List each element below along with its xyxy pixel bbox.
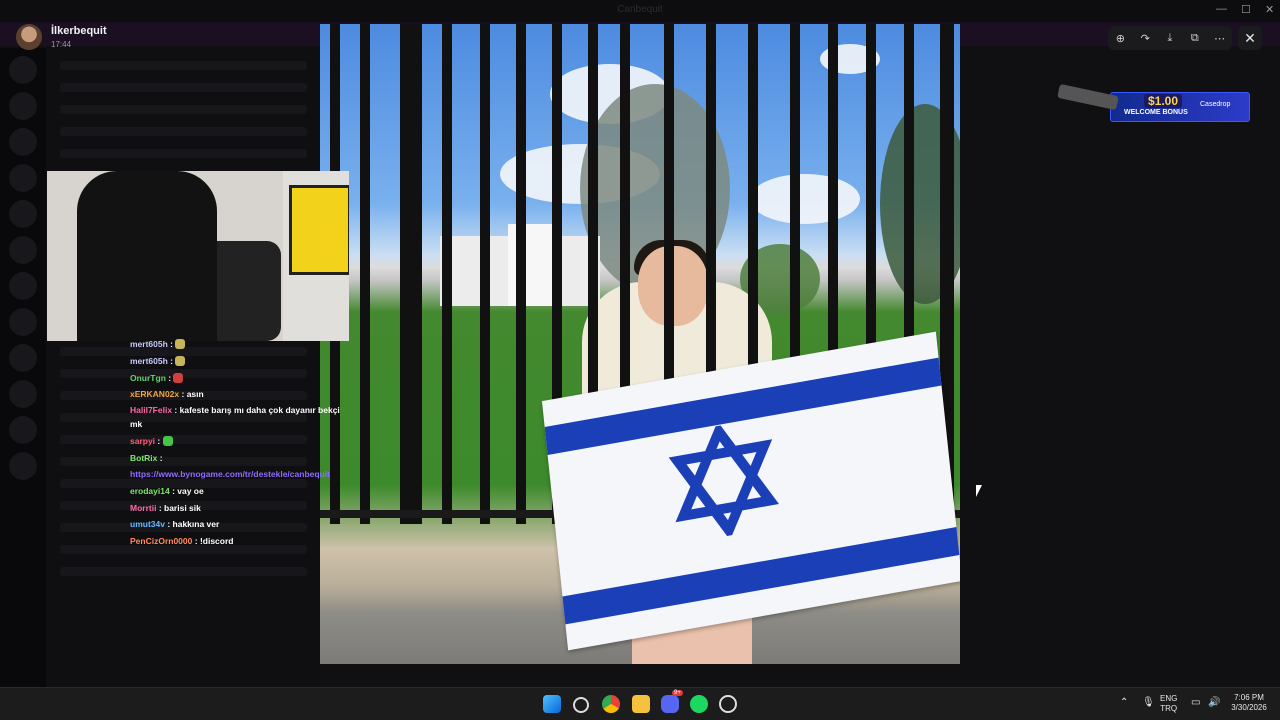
discord-badge: 9+ xyxy=(672,690,683,696)
chrome-icon[interactable] xyxy=(602,695,620,713)
chat-username[interactable]: Morrtii xyxy=(130,503,156,513)
chat-message: https://www.bynogame.com/tr/destekle/can… xyxy=(130,467,340,483)
emote-icon xyxy=(173,372,184,383)
chat-message: sarpyi : xyxy=(130,433,340,450)
zoom-in-icon[interactable]: ⊕ xyxy=(1111,32,1129,45)
forward-icon[interactable]: ↷ xyxy=(1136,32,1154,45)
chat-message: Morrtii : barisi sik xyxy=(130,502,201,513)
discord-icon[interactable]: 9+ xyxy=(661,690,683,713)
chat-text: vay oe xyxy=(177,485,204,496)
casino-ad-overlay[interactable]: $1.00 WELCOME BONUS Casedrop xyxy=(1057,83,1250,128)
window-close-icon[interactable]: ✕ xyxy=(1265,3,1274,16)
steam-icon[interactable] xyxy=(719,695,737,713)
chat-message: umut34v : hakkına ver xyxy=(130,519,220,530)
emote-icon xyxy=(162,436,173,447)
window-title: Canbequit xyxy=(617,4,663,15)
emote-icon xyxy=(175,355,186,366)
maximize-icon[interactable]: ☐ xyxy=(1241,3,1251,16)
chat-username[interactable]: OnurTgn xyxy=(130,373,166,383)
taskbar: 9+ ⌃ 🎙 ENG TRQ ▭ 🔊 7:06 PM 3/30/2026 xyxy=(0,687,1280,720)
emote-icon xyxy=(175,339,186,349)
chat-message: OnurTgn : xyxy=(130,370,340,387)
star-of-david-icon xyxy=(668,421,779,541)
chat-text: hakkına ver xyxy=(172,519,220,530)
gun-icon xyxy=(1057,83,1119,111)
upload-time: 17:44 xyxy=(51,40,72,49)
chat-message: erodayi14 : vay oe xyxy=(130,485,204,496)
chat-username[interactable]: mert605h xyxy=(130,339,168,349)
microphone-icon[interactable]: 🎙 xyxy=(1142,698,1155,708)
network-icon[interactable]: ▭ xyxy=(1191,698,1200,708)
chat-username[interactable]: erodayi14 xyxy=(130,486,170,496)
streamer xyxy=(77,171,217,341)
chat-username[interactable]: xERKAN02x xyxy=(130,389,179,399)
uploader-name[interactable]: İlkerbequit xyxy=(51,25,107,37)
chat-text: barisi sik xyxy=(164,502,201,513)
more-icon[interactable]: ⋯ xyxy=(1211,32,1229,45)
chat-username[interactable]: sarpyi xyxy=(130,436,155,446)
file-explorer-icon[interactable] xyxy=(632,695,650,713)
chat-username[interactable]: PenCizOrn0000 xyxy=(130,536,192,546)
uploader-avatar[interactable] xyxy=(16,24,42,50)
clock[interactable]: 7:06 PM 3/30/2026 xyxy=(1226,693,1272,713)
attachment-image[interactable] xyxy=(320,24,960,664)
spotify-icon[interactable] xyxy=(690,695,708,713)
chat-message: mert605h : xyxy=(130,336,340,353)
chat-link[interactable]: https://www.bynogame.com/tr/destekle/can… xyxy=(130,469,330,479)
chat-username[interactable]: umut34v xyxy=(130,519,165,529)
search-icon[interactable] xyxy=(573,697,589,713)
bonus-label: WELCOME BONUS xyxy=(1124,109,1188,116)
chat-message: mert605h : xyxy=(130,353,340,370)
download-icon[interactable]: ⤓ xyxy=(1161,32,1179,45)
close-viewer-button[interactable]: ✕ xyxy=(1238,26,1262,50)
volume-icon[interactable]: 🔊 xyxy=(1208,698,1220,708)
open-external-icon[interactable]: ⧉ xyxy=(1186,32,1204,45)
start-icon[interactable] xyxy=(543,695,561,713)
window-titlebar: Canbequit — ☐ ✕ xyxy=(0,0,1280,22)
jersey-frame xyxy=(289,185,349,275)
chat-message: Halil7Felix : kafeste barış mı daha çok … xyxy=(130,405,340,430)
language-indicator[interactable]: ENG TRQ xyxy=(1160,694,1177,714)
image-toolbar: ⊕ ↷ ⤓ ⧉ ⋯ xyxy=(1108,26,1232,50)
bonus-amount: $1.00 xyxy=(1144,94,1183,108)
chat-message: PenCizOrn0000 : !discord xyxy=(130,536,234,547)
chat-text: asın xyxy=(186,389,204,400)
chat-username[interactable]: mert605h xyxy=(130,356,168,366)
chat-username[interactable]: Halil7Felix xyxy=(130,405,172,415)
stream-chat: mert605h : mert605h : OnurTgn : xERKAN02… xyxy=(130,336,340,550)
ad-brand: Casedrop xyxy=(1200,101,1231,108)
chat-text: !discord xyxy=(199,536,234,547)
mouse-cursor-icon xyxy=(976,485,982,497)
minimize-icon[interactable]: — xyxy=(1216,3,1227,15)
server-list xyxy=(0,48,46,688)
webcam-overlay xyxy=(47,171,349,341)
chat-message: BotRix : xyxy=(130,452,163,463)
tray-overflow-icon[interactable]: ⌃ xyxy=(1120,698,1128,708)
chat-username[interactable]: BotRix xyxy=(130,453,157,463)
chat-message: xERKAN02x : asın xyxy=(130,389,204,400)
